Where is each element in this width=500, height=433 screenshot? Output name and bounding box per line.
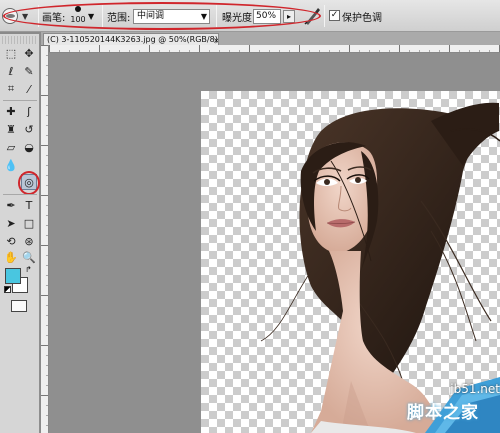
airbrush-icon[interactable] [303,6,321,26]
3d-orbit-tool-icon[interactable]: ⊛ [21,233,37,249]
path-selection-tool-icon[interactable]: ➤ [3,215,19,231]
watermark-name: 脚本之家 [407,403,479,423]
quick-selection-tool-icon[interactable]: ✎ [21,63,37,79]
brush-tip-icon [75,6,81,12]
divider [216,5,217,27]
brush-size: 100 [70,15,86,24]
toolbox: ⬚ ✥ ℓ ✎ ⌗ ⁄ ✚ ʃ ♜ ↺ ▱ ◒ 💧 ◎ ✒ T ➤ □ ⟲ ⊛ … [0,34,40,433]
hand-tool-icon[interactable]: ✋ [3,249,19,265]
default-colors-icon[interactable] [4,286,11,293]
move-tool-icon[interactable]: ✥ [21,45,37,61]
brush-label: 画笔: [42,12,66,24]
highlight-ring-tool [18,171,40,195]
exposure-slider-button[interactable]: ▸ [283,10,295,23]
divider [38,5,39,27]
history-brush-tool-icon[interactable]: ↺ [21,121,37,137]
divider [3,100,37,101]
brush-tool-icon[interactable]: ʃ [21,103,37,119]
brush-preset-picker[interactable]: 100 [66,3,90,29]
protect-tones-checkbox[interactable]: ✓ [329,10,340,21]
document-tab-title: (C) 3-110520144K3263.jpg @ 50%(RGB/8) [47,35,218,44]
divider [102,5,103,27]
eyedropper-tool-icon[interactable]: ⁄ [21,81,37,97]
document-tab-bar: (C) 3-110520144K3263.jpg @ 50%(RGB/8) × [41,32,500,45]
quick-mask-icon[interactable] [11,300,27,312]
chevron-down-icon: ▼ [22,11,29,21]
marquee-tool-icon[interactable]: ⬚ [3,45,19,61]
sponge-tool-icon [2,8,18,24]
range-select[interactable]: 中间调 ▼ [133,9,210,24]
close-icon[interactable]: × [213,35,218,45]
healing-brush-tool-icon[interactable]: ✚ [3,103,19,119]
3d-rotate-tool-icon[interactable]: ⟲ [3,233,19,249]
eraser-tool-icon[interactable]: ▱ [3,139,19,155]
divider [324,5,325,27]
lasso-tool-icon[interactable]: ℓ [3,63,19,79]
range-value: 中间调 [137,11,165,21]
range-label: 范围: [107,12,131,24]
zoom-tool-icon[interactable]: 🔍 [21,249,37,265]
exposure-label: 曝光度: [222,12,256,24]
divider [3,194,37,195]
document-tab[interactable]: (C) 3-110520144K3263.jpg @ 50%(RGB/8) × [43,33,219,45]
blur-tool-icon[interactable]: 💧 [3,157,19,173]
pen-tool-icon[interactable]: ✒ [3,197,19,213]
crop-tool-icon[interactable]: ⌗ [3,81,19,97]
toolbox-grip[interactable] [2,36,38,44]
brush-dropdown-chevron-icon[interactable]: ▼ [88,0,94,32]
tool-preset-picker[interactable]: ▼ [2,0,36,32]
protect-tones-label: 保护色调 [342,12,382,24]
chevron-down-icon: ▼ [200,12,207,21]
shape-tool-icon[interactable]: □ [21,215,37,231]
swap-colors-icon[interactable]: ↱ [25,265,32,274]
clone-stamp-tool-icon[interactable]: ♜ [3,121,19,137]
exposure-input[interactable]: 50% [253,9,281,24]
paint-bucket-tool-icon[interactable]: ◒ [21,139,37,155]
type-tool-icon[interactable]: T [21,197,37,213]
foreground-color-swatch[interactable] [5,268,21,284]
horizontal-ruler[interactable] [49,45,500,53]
watermark-site: jb51.net [450,382,500,396]
options-bar: ▼ 画笔: 100 ▼ 范围: 中间调 ▼ 曝光度: 50% ▸ ✓ 保护色调 [0,0,500,32]
vertical-ruler[interactable] [41,45,49,433]
